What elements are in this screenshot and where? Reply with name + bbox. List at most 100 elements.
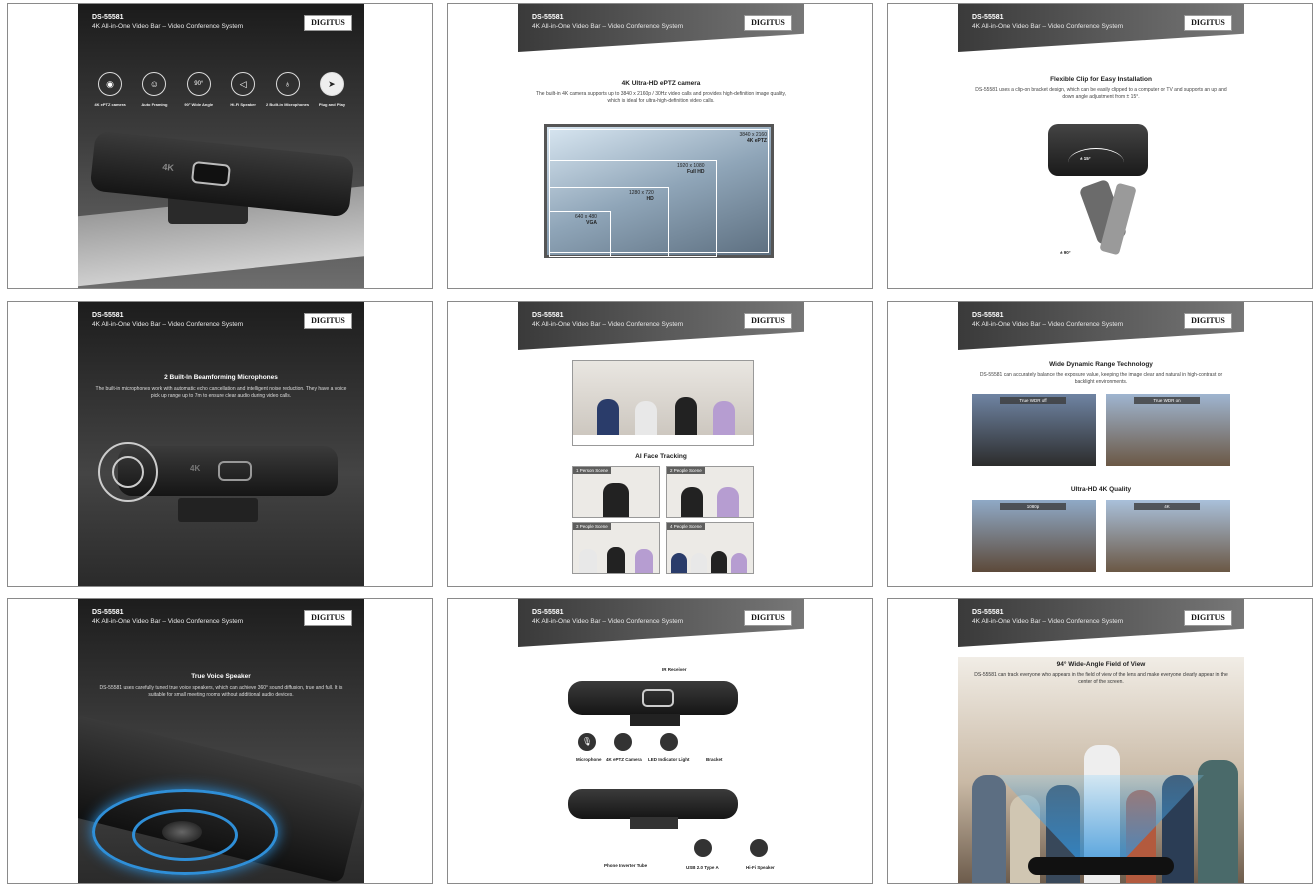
digitus-logo: DIGITUS xyxy=(744,313,792,329)
bracket-image xyxy=(1048,124,1158,264)
person xyxy=(635,549,653,573)
ir-receiver-label: IR Receiver xyxy=(662,667,687,672)
product-subtitle: 4K All-in-One Video Bar – Video Conferen… xyxy=(972,23,1124,30)
page-header: DS-55581 4K All-in-One Video Bar – Video… xyxy=(958,4,1244,52)
model-number: DS-55581 xyxy=(92,609,124,616)
angle-15-label: ± 15° xyxy=(1080,156,1091,161)
led-icon xyxy=(660,733,678,751)
feature-camera: ◉ 4K ePTZ camera xyxy=(88,72,132,107)
res-name: Full HD xyxy=(687,169,705,175)
camera-icon xyxy=(614,733,632,751)
section-body: DS-55581 uses carefully tuned true voice… xyxy=(99,685,343,698)
section-title: 4K Ultra-HD ePTZ camera xyxy=(621,80,701,87)
feature-icons: ◉ 4K ePTZ camera ☺ Auto Framing 90° 90° Wid… xyxy=(88,72,354,107)
camera-lens-icon xyxy=(642,689,674,707)
video-bar-front xyxy=(568,681,738,715)
catalog-page-5[interactable]: DS-55581 4K All-in-One Video Bar – Video… xyxy=(447,301,873,587)
angle-90-label: ± 90° xyxy=(1060,250,1071,255)
section-body: DS-55581 can accurately balance the expo… xyxy=(979,372,1223,385)
person xyxy=(717,487,739,517)
section-body: The built-in 4K camera supports up to 38… xyxy=(535,91,787,104)
res-label-fhd: 1920 x 1080 Full HD xyxy=(677,163,705,175)
page-features: DS-55581 4K All-in-One Video Bar – Video… xyxy=(78,4,364,288)
product-subtitle: 4K All-in-One Video Bar – Video Conferen… xyxy=(972,321,1124,328)
model-number: DS-55581 xyxy=(972,609,1004,616)
model-number: DS-55581 xyxy=(92,312,124,319)
product-subtitle: 4K All-in-One Video Bar – Video Conferen… xyxy=(532,321,684,328)
digitus-logo: DIGITUS xyxy=(1184,610,1232,626)
camera-lens-icon xyxy=(190,160,232,187)
microphone-icon: ♁ xyxy=(275,72,300,96)
product-subtitle: 4K All-in-One Video Bar – Video Conferen… xyxy=(532,618,684,625)
feature-label: Hi-Fi Speaker xyxy=(230,102,256,107)
feature-label: 2 Built-in Microphones xyxy=(266,102,310,107)
person xyxy=(671,553,687,573)
bar-4k-label: 4K xyxy=(190,464,201,473)
digitus-logo: DIGITUS xyxy=(1184,313,1232,329)
hifi-label: Hi-Fi Speaker xyxy=(746,865,775,870)
page-ports: DS-55581 4K All-in-One Video Bar – Video… xyxy=(518,599,804,883)
section-body: DS-55581 can track everyone who appears … xyxy=(974,672,1228,685)
plug-and-play-icon: ➤ xyxy=(319,72,344,96)
product-subtitle: 4K All-in-One Video Bar – Video Conferen… xyxy=(92,23,244,30)
res-name: HD xyxy=(646,196,654,202)
wide-angle-icon: 90° xyxy=(186,72,211,96)
person xyxy=(579,549,597,573)
digitus-logo: DIGITUS xyxy=(744,610,792,626)
page-microphones: DS-55581 4K All-in-One Video Bar – Video… xyxy=(78,302,364,586)
section-body: DS-55581 uses a clip-on bracket design, … xyxy=(975,87,1227,100)
phone-tube-label: Phone Inverter Tube xyxy=(604,863,648,868)
feature-wide-angle: 90° 90° Wide Angle xyxy=(177,72,221,107)
camera-icon: ◉ xyxy=(98,72,122,96)
catalog-page-8[interactable]: DS-55581 4K All-in-One Video Bar – Video… xyxy=(447,598,873,884)
group-photo xyxy=(572,360,754,446)
video-bar-image xyxy=(1028,857,1174,875)
speaker-icon xyxy=(750,839,768,857)
wdr-on-image: True WDR on xyxy=(1106,394,1230,466)
section-title: AI Face Tracking xyxy=(635,453,687,460)
catalog-page-4[interactable]: DS-55581 4K All-in-One Video Bar – Video… xyxy=(7,301,433,587)
page-4k-camera: DS-55581 4K All-in-One Video Bar – Video… xyxy=(518,4,804,288)
mic-ring-inner xyxy=(112,456,144,488)
catalog-page-2[interactable]: DS-55581 4K All-in-One Video Bar – Video… xyxy=(447,3,873,289)
page-clip: DS-55581 4K All-in-One Video Bar – Video… xyxy=(958,4,1244,288)
scene-3: 3 People Scene xyxy=(572,522,660,574)
catalog-page-1[interactable]: DS-55581 4K All-in-One Video Bar – Video… xyxy=(7,3,433,289)
product-subtitle: 4K All-in-One Video Bar – Video Conferen… xyxy=(92,321,244,328)
catalog-page-7[interactable]: DS-55581 4K All-in-One Video Bar – Video… xyxy=(7,598,433,884)
page-header: DS-55581 4K All-in-One Video Bar – Video… xyxy=(518,302,804,350)
digitus-logo: DIGITUS xyxy=(304,15,352,31)
scene-label: 1 Person Scene xyxy=(573,467,612,474)
page-header: DS-55581 4K All-in-One Video Bar – Video… xyxy=(518,4,804,52)
scene-4: 4 People Scene xyxy=(666,522,754,574)
page-wide-angle: DS-55581 4K All-in-One Video Bar – Video… xyxy=(958,599,1244,883)
catalog-page-3[interactable]: DS-55581 4K All-in-One Video Bar – Video… xyxy=(887,3,1313,289)
person xyxy=(1198,760,1238,883)
catalog-page-6[interactable]: DS-55581 4K All-in-One Video Bar – Video… xyxy=(887,301,1313,587)
res-name: 4K ePTZ xyxy=(746,138,767,144)
catalog-page-9[interactable]: DS-55581 4K All-in-One Video Bar – Video… xyxy=(887,598,1313,884)
person xyxy=(972,775,1006,883)
feature-label: Auto Framing xyxy=(141,102,168,107)
model-number: DS-55581 xyxy=(532,312,564,319)
person xyxy=(711,551,727,573)
section-title-2: Ultra-HD 4K Quality xyxy=(1070,486,1132,493)
digitus-logo: DIGITUS xyxy=(1184,15,1232,31)
wdr-on-label: True WDR on xyxy=(1134,397,1200,404)
feature-label: 90° Wide Angle xyxy=(184,102,214,107)
feature-label: Plug and Play xyxy=(318,102,346,107)
model-number: DS-55581 xyxy=(532,14,564,21)
product-subtitle: 4K All-in-One Video Bar – Video Conferen… xyxy=(92,618,244,625)
person xyxy=(691,553,707,573)
digitus-logo: DIGITUS xyxy=(744,15,792,31)
mic-label: Microphone xyxy=(576,757,602,762)
bracket-back xyxy=(630,817,678,829)
res-name: VGA xyxy=(586,220,597,226)
product-subtitle: 4K All-in-One Video Bar – Video Conferen… xyxy=(532,23,684,30)
page-header: DS-55581 4K All-in-One Video Bar – Video… xyxy=(518,599,804,647)
feature-microphone: ♁ 2 Built-in Microphones xyxy=(266,72,310,107)
section-title: 2 Built-In Beamforming Microphones xyxy=(164,374,278,381)
page-wdr: DS-55581 4K All-in-One Video Bar – Video… xyxy=(958,302,1244,586)
page-header: DS-55581 4K All-in-One Video Bar – Video… xyxy=(958,599,1244,647)
scene-label: 3 People Scene xyxy=(573,523,611,530)
